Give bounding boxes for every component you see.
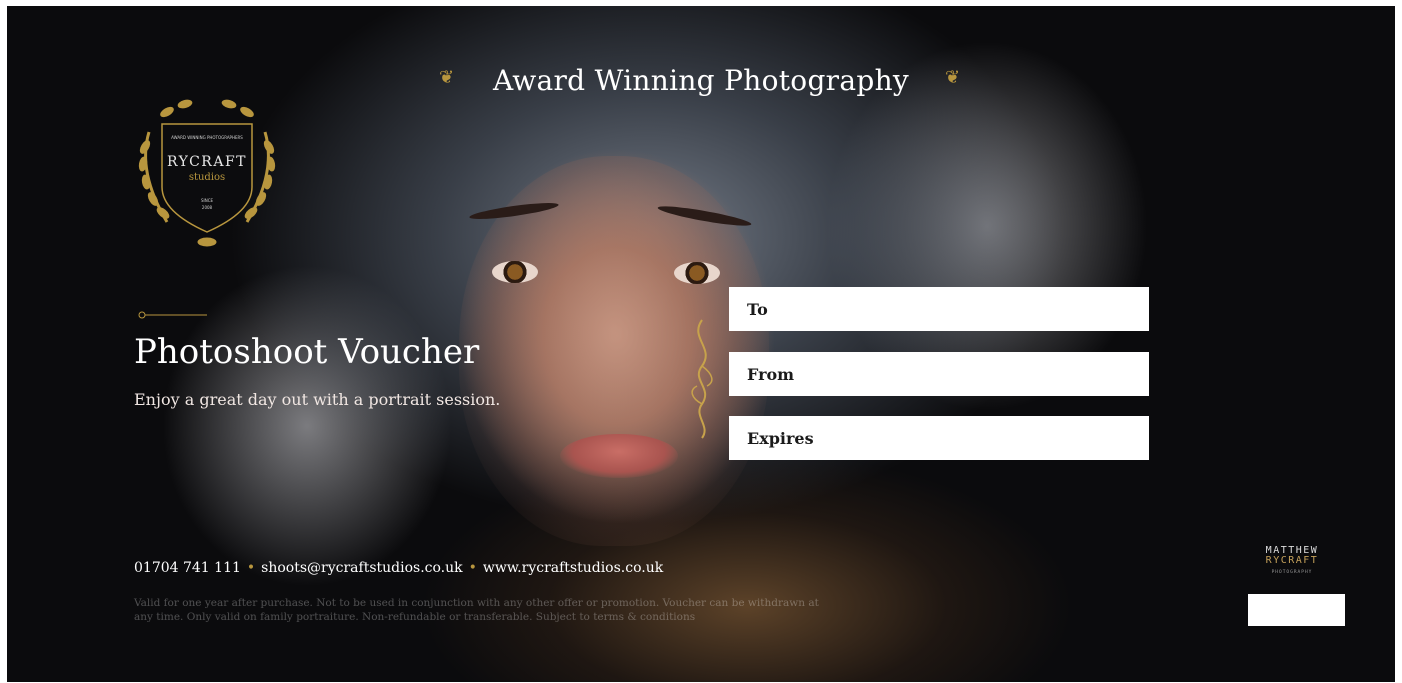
contact-line: 01704 741 111 • shoots@rycraftstudios.co.u… xyxy=(134,560,663,576)
website: www.rycraftstudios.co.uk xyxy=(482,560,664,576)
brand-line-2: RYCRAFT xyxy=(1265,555,1319,566)
left-eye xyxy=(492,261,538,283)
to-field[interactable]: To xyxy=(729,287,1149,331)
expires-field[interactable]: Expires xyxy=(729,416,1149,460)
terms-and-conditions: Valid for one year after purchase. Not t… xyxy=(134,597,819,623)
email-address: shoots@rycraftstudios.co.uk xyxy=(261,560,463,576)
svg-text:studios: studios xyxy=(189,172,225,183)
right-eye xyxy=(674,262,720,284)
voucher-heading: Photoshoot Voucher xyxy=(134,332,480,372)
to-label: To xyxy=(747,299,768,319)
lips xyxy=(560,434,678,478)
title-flourish-right-icon: ❦ xyxy=(945,67,961,88)
gift-voucher: ❦ Award Winning Photography ❦ AWARD WINN… xyxy=(7,6,1395,682)
voucher-flourish-icon xyxy=(138,311,207,319)
voucher-code-box[interactable] xyxy=(1248,594,1345,626)
phone-number: 01704 741 111 xyxy=(134,560,241,576)
svg-text:SINCE: SINCE xyxy=(201,198,214,203)
ornamental-scroll-icon xyxy=(691,319,713,439)
expires-label: Expires xyxy=(747,428,814,448)
svg-text:AWARD WINNING PHOTOGRAPHERS: AWARD WINNING PHOTOGRAPHERS xyxy=(171,135,243,140)
separator: • xyxy=(468,560,477,576)
matthew-rycraft-brand-logo: MATTHEW RYCRAFT PHOTOGRAPHY xyxy=(1247,546,1337,578)
svg-text:RYCRAFT: RYCRAFT xyxy=(167,154,247,170)
separator: • xyxy=(246,560,256,576)
from-field[interactable]: From xyxy=(729,352,1149,396)
brand-line-3: PHOTOGRAPHY xyxy=(1271,570,1313,575)
svg-text:2008: 2008 xyxy=(202,205,213,210)
rycraft-studios-logo: AWARD WINNING PHOTOGRAPHERS RYCRAFT stud… xyxy=(138,99,276,247)
voucher-subheading: Enjoy a great day out with a portrait se… xyxy=(134,390,501,409)
from-label: From xyxy=(747,364,795,384)
